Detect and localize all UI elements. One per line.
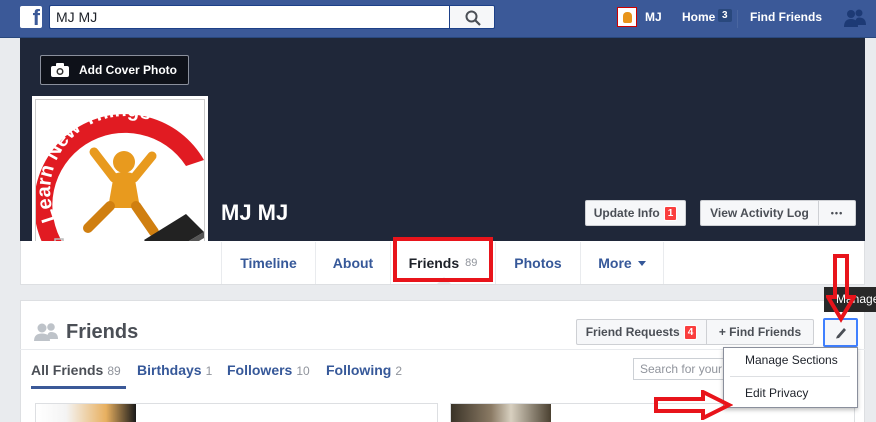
add-cover-photo-button[interactable]: Add Cover Photo <box>40 55 189 85</box>
update-info-badge: 1 <box>663 205 678 221</box>
profile-name: MJ MJ <box>221 200 289 225</box>
friend-requests-label: Friend Requests <box>585 325 680 339</box>
subtab-followers-label: Followers <box>227 362 293 378</box>
active-subtab-indicator <box>31 386 126 389</box>
right-arrow-annotation-icon <box>654 390 733 420</box>
facebook-logo-icon[interactable]: f <box>20 6 42 29</box>
tab-more[interactable]: More <box>581 242 664 284</box>
tab-photos[interactable]: Photos <box>496 242 581 284</box>
subtab-following-count: 2 <box>395 364 403 378</box>
nav-divider <box>737 10 738 28</box>
subtab-followers-count: 10 <box>296 364 310 378</box>
tab-timeline[interactable]: Timeline <box>222 242 316 284</box>
subtab-birthdays-label: Birthdays <box>137 362 202 378</box>
subtab-all-friends[interactable]: All Friends 89 <box>31 362 121 378</box>
subtab-following-label: Following <box>326 362 392 378</box>
view-activity-log-button[interactable]: View Activity Log <box>700 200 819 226</box>
profile-link[interactable]: MJ <box>645 10 662 24</box>
menu-divider <box>730 376 850 377</box>
friend-requests-icon[interactable] <box>843 8 867 28</box>
more-options-button[interactable]: ••• <box>818 200 856 226</box>
tab-timeline-label: Timeline <box>240 255 297 271</box>
update-info-label: Update Info <box>593 206 660 220</box>
tab-about-label: About <box>332 255 374 271</box>
search-button[interactable] <box>449 5 495 29</box>
subtab-all-friends-label: All Friends <box>31 362 104 378</box>
camera-icon <box>51 63 69 77</box>
edit-privacy-menu-item[interactable]: Edit Privacy <box>723 386 858 400</box>
find-friends-link[interactable]: Find Friends <box>750 10 822 24</box>
tab-more-label: More <box>598 255 632 271</box>
search-input[interactable]: MJ MJ <box>49 5 449 29</box>
add-cover-photo-label: Add Cover Photo <box>79 63 177 77</box>
down-arrow-annotation-icon <box>826 254 856 323</box>
pencil-icon <box>836 328 846 339</box>
avatar[interactable] <box>617 7 637 27</box>
search-friends-input[interactable]: Search for your friends <box>633 358 733 380</box>
friends-icon <box>34 323 58 341</box>
friend-thumbnail[interactable] <box>451 404 551 422</box>
friends-section-title: Friends <box>66 321 139 343</box>
subtab-following[interactable]: Following 2 <box>326 362 402 378</box>
manage-sections-menu-item[interactable]: Manage Sections <box>723 353 858 367</box>
subtab-birthdays-count: 1 <box>205 364 213 378</box>
friend-requests-badge: 4 <box>683 324 698 340</box>
subtab-all-friends-count: 89 <box>107 364 121 378</box>
chevron-down-icon <box>637 260 646 266</box>
subtab-birthdays[interactable]: Birthdays 1 <box>137 362 212 378</box>
tab-about[interactable]: About <box>316 242 391 284</box>
search-icon <box>465 10 481 26</box>
friend-requests-button[interactable]: Friend Requests 4 <box>576 319 707 345</box>
home-link[interactable]: Home <box>682 10 715 24</box>
update-info-button[interactable]: Update Info 1 <box>585 200 686 226</box>
friends-tab-highlight-box <box>393 237 493 282</box>
find-friends-button[interactable]: + Find Friends <box>706 319 814 345</box>
home-count-badge: 3 <box>718 9 732 22</box>
friend-thumbnail[interactable] <box>36 404 136 422</box>
subtab-followers[interactable]: Followers 10 <box>227 362 310 378</box>
tab-photos-label: Photos <box>514 255 562 271</box>
